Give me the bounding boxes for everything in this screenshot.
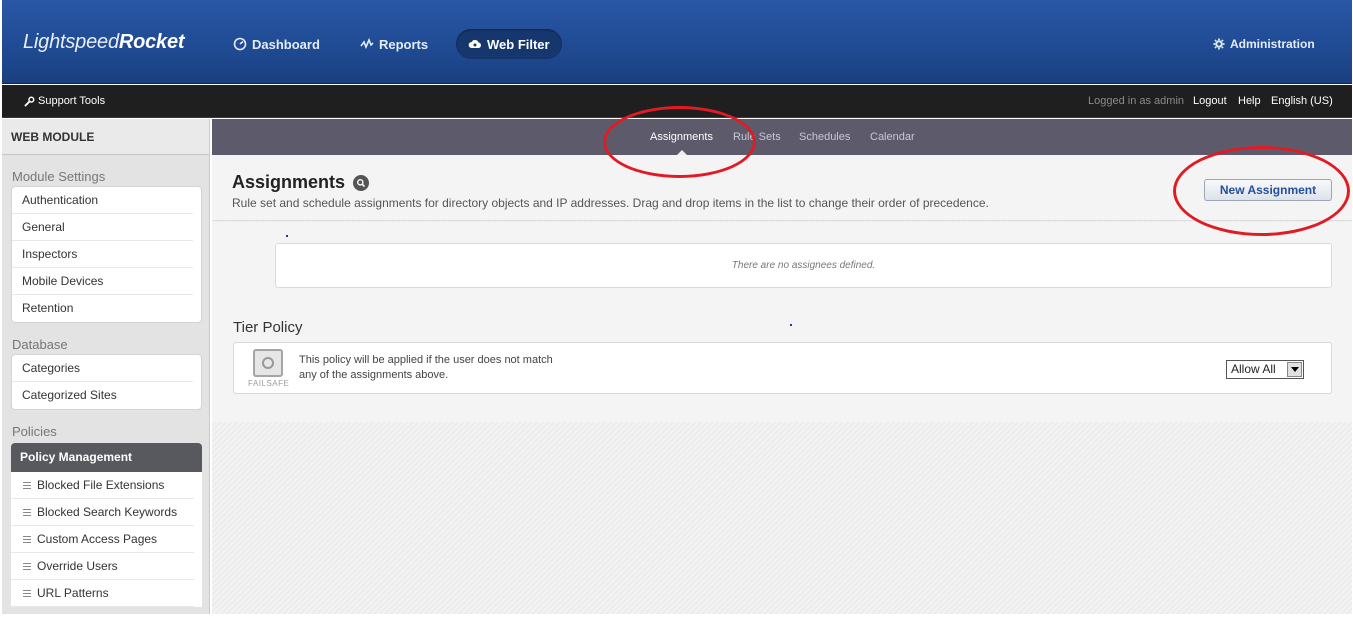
gear-icon bbox=[1213, 38, 1225, 50]
tab-assignments[interactable]: Assignments bbox=[650, 131, 713, 143]
sidebar-item-policy-management[interactable]: Policy Management bbox=[11, 443, 202, 472]
new-assignment-button[interactable]: New Assignment bbox=[1204, 179, 1332, 201]
nav-dashboard-label: Dashboard bbox=[252, 36, 320, 52]
sidebar-item-label: Blocked Search Keywords bbox=[37, 504, 178, 519]
wrench-icon bbox=[24, 96, 35, 107]
nav-reports[interactable]: Reports bbox=[348, 29, 440, 59]
stray-dot bbox=[286, 235, 288, 237]
logo-light-text: Lightspeed bbox=[23, 31, 119, 53]
language-link[interactable]: English (US) bbox=[1271, 95, 1333, 107]
logged-in-text: Logged in as admin bbox=[1088, 95, 1185, 107]
tier-policy-select[interactable]: Allow All bbox=[1226, 360, 1304, 379]
section-module-settings: Module Settings bbox=[12, 169, 106, 184]
failsafe-label: FAILSAFE bbox=[248, 379, 290, 388]
stray-dot bbox=[790, 324, 792, 326]
nav-web-filter-label: Web Filter bbox=[487, 36, 550, 52]
database-panel: Categories Categorized Sites bbox=[11, 354, 202, 410]
tier-policy-description: This policy will be applied if the user … bbox=[299, 353, 569, 383]
section-policies: Policies bbox=[12, 424, 57, 439]
page-title-text: Assignments bbox=[232, 172, 346, 192]
main-content: Assignments Rule set and schedule assign… bbox=[212, 155, 1352, 614]
sidebar-item-override-users[interactable]: Override Users bbox=[11, 553, 194, 580]
nav-dashboard[interactable]: Dashboard bbox=[221, 29, 332, 59]
assignments-empty-state: There are no assignees defined. bbox=[275, 243, 1332, 288]
search-icon[interactable] bbox=[353, 174, 370, 191]
module-settings-panel: Authentication General Inspectors Mobile… bbox=[11, 186, 202, 323]
tier-desc-line-1: This policy will be applied if the user … bbox=[299, 354, 553, 366]
list-icon bbox=[23, 562, 31, 570]
tier-select-value: Allow All bbox=[1231, 362, 1276, 376]
list-icon bbox=[23, 481, 31, 489]
support-tools-link[interactable]: Support Tools bbox=[24, 95, 105, 107]
safe-icon bbox=[253, 349, 283, 377]
assignments-area: There are no assignees defined. Tier Pol… bbox=[212, 222, 1352, 422]
tab-calendar[interactable]: Calendar bbox=[870, 131, 915, 143]
sidebar-item-mobile-devices[interactable]: Mobile Devices bbox=[12, 268, 193, 295]
failsafe-badge: FAILSAFE bbox=[248, 349, 290, 391]
sidebar-item-custom-access-pages[interactable]: Custom Access Pages bbox=[11, 526, 194, 553]
tabs-bar: Assignments Rule Sets Schedules Calendar bbox=[212, 119, 1352, 155]
sidebar-item-categorized-sites[interactable]: Categorized Sites bbox=[12, 382, 193, 409]
page-description: Rule set and schedule assignments for di… bbox=[232, 196, 989, 210]
activity-icon bbox=[360, 37, 374, 50]
policies-panel: Policy Management Blocked File Extension… bbox=[11, 443, 202, 607]
sidebar-item-inspectors[interactable]: Inspectors bbox=[12, 241, 193, 268]
app-window: LightspeedRocket Dashboard Reports Web F… bbox=[0, 0, 1353, 630]
sidebar-item-label: URL Patterns bbox=[37, 585, 109, 600]
dashboard-icon bbox=[233, 37, 247, 51]
sidebar-item-authentication[interactable]: Authentication bbox=[12, 187, 193, 214]
nav-web-filter[interactable]: Web Filter bbox=[456, 29, 562, 59]
chevron-down-icon[interactable] bbox=[1287, 362, 1302, 377]
sidebar: WEB MODULE Module Settings Authenticatio… bbox=[2, 119, 210, 614]
sidebar-item-categories[interactable]: Categories bbox=[12, 355, 193, 382]
page-title: Assignments bbox=[232, 172, 370, 193]
app-logo[interactable]: LightspeedRocket bbox=[23, 31, 185, 54]
sidebar-item-label: Blocked File Extensions bbox=[37, 477, 165, 492]
module-title: WEB MODULE bbox=[2, 119, 209, 155]
sidebar-item-label: Override Users bbox=[37, 558, 118, 573]
logout-link[interactable]: Logout bbox=[1193, 95, 1227, 107]
nav-administration[interactable]: Administration bbox=[1201, 29, 1327, 59]
tier-desc-line-2: any of the assignments above. bbox=[299, 369, 449, 381]
sidebar-item-retention[interactable]: Retention bbox=[12, 295, 193, 322]
cloud-icon bbox=[468, 39, 481, 48]
tab-schedules[interactable]: Schedules bbox=[799, 131, 850, 143]
list-icon bbox=[23, 589, 31, 597]
tier-policy-title: Tier Policy bbox=[233, 319, 303, 336]
nav-administration-label: Administration bbox=[1230, 37, 1315, 51]
sidebar-item-label: Custom Access Pages bbox=[37, 531, 158, 546]
list-icon bbox=[23, 508, 31, 516]
tier-policy-row: FAILSAFE This policy will be applied if … bbox=[233, 342, 1332, 394]
top-header: LightspeedRocket Dashboard Reports Web F… bbox=[2, 0, 1352, 84]
nav-reports-label: Reports bbox=[379, 36, 429, 52]
page-header: Assignments Rule set and schedule assign… bbox=[212, 155, 1352, 221]
sidebar-item-url-patterns[interactable]: URL Patterns bbox=[11, 580, 194, 607]
logo-bold-text: Rocket bbox=[118, 31, 185, 53]
tab-rule-sets[interactable]: Rule Sets bbox=[733, 131, 781, 143]
help-link[interactable]: Help bbox=[1238, 95, 1261, 107]
sidebar-item-general[interactable]: General bbox=[12, 214, 193, 241]
sidebar-item-blocked-search-keywords[interactable]: Blocked Search Keywords bbox=[11, 499, 194, 526]
list-icon bbox=[23, 535, 31, 543]
section-database: Database bbox=[12, 337, 68, 352]
support-tools-label: Support Tools bbox=[38, 95, 106, 107]
utility-bar: Support Tools Logged in as admin Logout … bbox=[2, 85, 1352, 118]
sidebar-item-blocked-file-extensions[interactable]: Blocked File Extensions bbox=[11, 472, 194, 499]
